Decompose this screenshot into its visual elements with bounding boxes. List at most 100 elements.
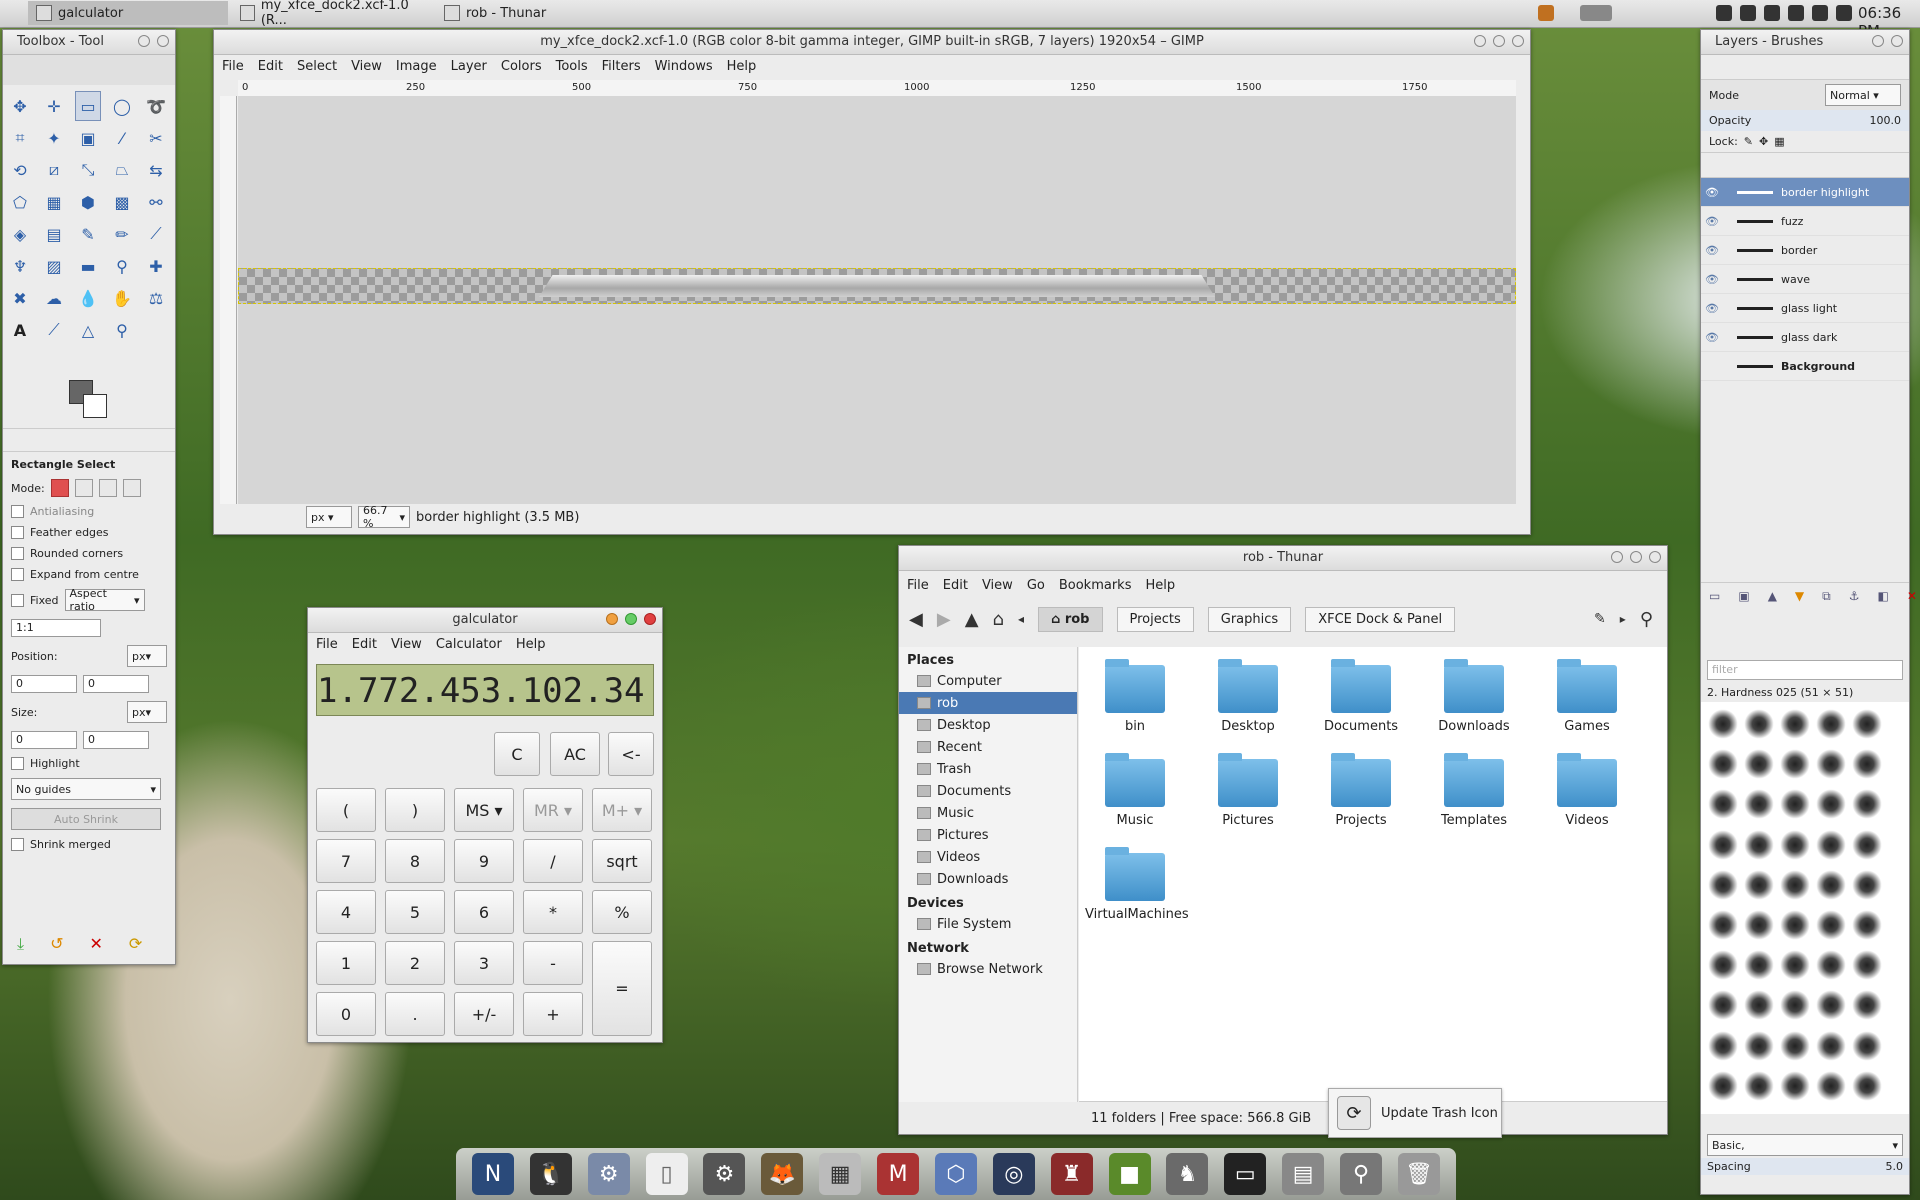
clone-tool-icon[interactable]: ⚲ bbox=[109, 251, 135, 281]
fixed-mode-select[interactable]: Aspect ratio ▾ bbox=[64, 587, 145, 613]
brush-swatch[interactable] bbox=[1707, 788, 1739, 821]
calculator-icon[interactable]: ▦ bbox=[819, 1153, 862, 1195]
sidebar-item-filesystem[interactable]: File System bbox=[899, 913, 1077, 935]
gimp-icon[interactable]: 🦊 bbox=[761, 1153, 804, 1195]
menu-select[interactable]: Select bbox=[297, 59, 337, 74]
trash-icon[interactable]: 🗑 bbox=[1397, 1153, 1440, 1195]
toolbox-titlebar[interactable]: Toolbox - Tool bbox=[3, 30, 175, 55]
mode-add-icon[interactable] bbox=[74, 479, 93, 497]
sidebar-item-music[interactable]: Music bbox=[899, 802, 1077, 824]
measure-angle-icon[interactable]: △ bbox=[75, 315, 101, 345]
lasso-tool-icon[interactable]: ➰ bbox=[143, 91, 169, 121]
brush-swatch[interactable] bbox=[1743, 1069, 1775, 1102]
battery-icon[interactable] bbox=[1788, 5, 1804, 21]
bucket-fill-icon[interactable]: ◈ bbox=[7, 219, 33, 249]
menu-go[interactable]: Go bbox=[1027, 578, 1045, 593]
wine-icon[interactable]: ♞ bbox=[1166, 1153, 1209, 1195]
digit-6-button[interactable]: 6 bbox=[454, 890, 514, 934]
lock-pixels-icon[interactable]: ✎ bbox=[1744, 135, 1753, 148]
layer-row[interactable]: Background bbox=[1701, 352, 1909, 381]
horizontal-ruler[interactable]: 0 250 500 750 1000 1250 1500 1750 bbox=[238, 80, 1516, 97]
menu-calculator[interactable]: Calculator bbox=[436, 637, 502, 652]
folder-item[interactable]: Music bbox=[1085, 753, 1185, 828]
heal-tool-icon[interactable]: ✚ bbox=[143, 251, 169, 281]
menu-file[interactable]: File bbox=[907, 578, 929, 593]
fixed-checkbox[interactable] bbox=[11, 593, 24, 607]
app-store-icon[interactable]: ⚙ bbox=[703, 1153, 746, 1195]
size-unit-select[interactable]: px ▾ bbox=[127, 701, 167, 723]
warp-tool-icon[interactable]: ▦ bbox=[41, 187, 67, 217]
brush-grid[interactable] bbox=[1701, 702, 1909, 1114]
color-select-tool-icon[interactable]: ▣ bbox=[75, 123, 101, 153]
netbeans-icon[interactable]: N bbox=[471, 1153, 514, 1195]
brush-preset-select[interactable]: Basic, ▾ bbox=[1707, 1134, 1903, 1156]
drive-icon[interactable]: ▤ bbox=[1282, 1153, 1325, 1195]
menu-windows[interactable]: Windows bbox=[655, 59, 713, 74]
close-button[interactable] bbox=[1512, 35, 1524, 47]
maximize-button[interactable] bbox=[1872, 35, 1884, 47]
vertical-ruler[interactable] bbox=[220, 96, 237, 504]
perspective-tool-icon[interactable]: ⏢ bbox=[109, 155, 135, 185]
folder-item[interactable]: Projects bbox=[1311, 753, 1411, 828]
close-button[interactable] bbox=[157, 35, 169, 47]
sign-toggle-button[interactable]: +/- bbox=[454, 992, 514, 1036]
folder-item[interactable]: Downloads bbox=[1424, 659, 1524, 734]
folder-item[interactable]: Pictures bbox=[1198, 753, 1298, 828]
galculator-titlebar[interactable]: galculator bbox=[308, 608, 662, 633]
menu-image[interactable]: Image bbox=[396, 59, 437, 74]
layer-mode-select[interactable]: Normal ▾ bbox=[1825, 84, 1901, 106]
folder-item[interactable]: Desktop bbox=[1198, 659, 1298, 734]
menu-file[interactable]: File bbox=[316, 637, 338, 652]
lock-position-icon[interactable]: ✥ bbox=[1759, 135, 1768, 148]
menu-help[interactable]: Help bbox=[727, 59, 757, 74]
breadcrumb-left-icon[interactable]: ◂ bbox=[1018, 612, 1024, 626]
brush-tabs[interactable] bbox=[1707, 634, 1903, 654]
maximize-button[interactable] bbox=[138, 35, 150, 47]
folder-item[interactable]: VirtualMachines bbox=[1085, 847, 1189, 922]
menu-help[interactable]: Help bbox=[1145, 578, 1175, 593]
scissors-tool-icon[interactable]: ✂ bbox=[143, 123, 169, 153]
pattern-tool-icon[interactable]: ▩ bbox=[109, 187, 135, 217]
mypaint-icon[interactable]: ▨ bbox=[41, 251, 67, 281]
subtract-button[interactable]: - bbox=[523, 941, 583, 985]
virtualbox-icon[interactable]: ⬡ bbox=[934, 1153, 977, 1195]
multiply-button[interactable]: * bbox=[523, 890, 583, 934]
menu-layer[interactable]: Layer bbox=[451, 59, 487, 74]
brush-swatch[interactable] bbox=[1815, 1029, 1847, 1062]
memory-add-button[interactable]: M+ ▾ bbox=[592, 788, 652, 832]
brush-swatch[interactable] bbox=[1851, 788, 1883, 821]
sidebar-item-network[interactable]: Browse Network bbox=[899, 958, 1077, 980]
reset-options-icon[interactable]: ⟳ bbox=[129, 934, 142, 954]
pencil-icon[interactable]: ✏ bbox=[109, 219, 135, 249]
brush-filter-input[interactable]: filter bbox=[1707, 660, 1903, 680]
thunar-titlebar[interactable]: rob - Thunar bbox=[899, 546, 1667, 571]
menu-tools[interactable]: Tools bbox=[556, 59, 588, 74]
layer-row[interactable]: 👁 glass dark bbox=[1701, 323, 1909, 352]
right-paren-button[interactable]: ) bbox=[385, 788, 445, 832]
rect-select-tool-icon[interactable]: ▭ bbox=[75, 91, 101, 121]
blur-tool-icon[interactable]: ☁ bbox=[41, 283, 67, 313]
layer-row[interactable]: 👁 glass light bbox=[1701, 294, 1909, 323]
position-x-field[interactable]: 0 bbox=[11, 675, 77, 693]
feather-checkbox[interactable] bbox=[11, 526, 24, 539]
brush-swatch[interactable] bbox=[1815, 908, 1847, 941]
brush-swatch[interactable] bbox=[1779, 708, 1811, 740]
digit-4-button[interactable]: 4 bbox=[316, 890, 376, 934]
expand-checkbox[interactable] bbox=[11, 568, 24, 581]
brush-swatch[interactable] bbox=[1707, 748, 1739, 781]
digit-5-button[interactable]: 5 bbox=[385, 890, 445, 934]
minimize-button[interactable] bbox=[1611, 551, 1623, 563]
close-button[interactable] bbox=[1649, 551, 1661, 563]
new-layer-icon[interactable]: ▭ bbox=[1709, 589, 1720, 603]
bell-icon[interactable] bbox=[1764, 5, 1780, 21]
image-canvas[interactable] bbox=[238, 96, 1516, 504]
backspace-button[interactable]: <- bbox=[608, 732, 654, 776]
workspace-switcher-icon[interactable] bbox=[1580, 5, 1612, 21]
brush-swatch[interactable] bbox=[1779, 828, 1811, 861]
brush-swatch[interactable] bbox=[1707, 989, 1739, 1022]
search-icon[interactable]: ⚲ bbox=[1340, 1153, 1383, 1195]
digit-2-button[interactable]: 2 bbox=[385, 941, 445, 985]
menu-help[interactable]: Help bbox=[516, 637, 546, 652]
brush-swatch[interactable] bbox=[1707, 1029, 1739, 1062]
menu-view[interactable]: View bbox=[351, 59, 382, 74]
